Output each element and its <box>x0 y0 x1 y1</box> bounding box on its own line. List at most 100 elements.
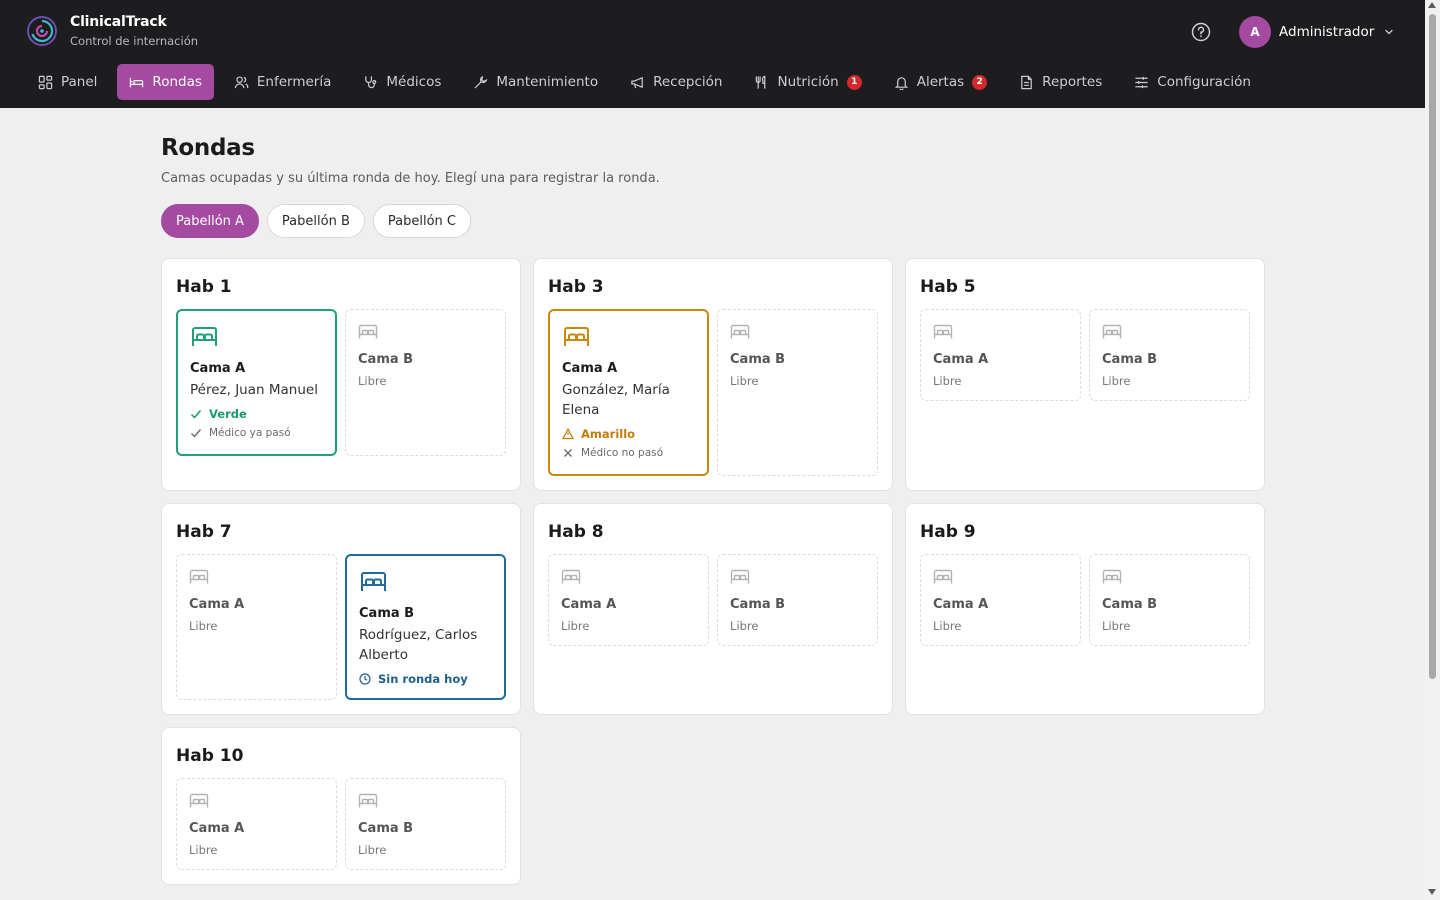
round-status: Amarillo <box>562 427 635 441</box>
nav-label: Rondas <box>152 74 202 90</box>
bed-name: Cama A <box>562 361 618 376</box>
nav-label: Enfermería <box>256 74 332 90</box>
logo-icon <box>27 16 57 46</box>
bed-status: Libre <box>561 619 590 633</box>
bed-status: Libre <box>1102 374 1131 388</box>
nav-label: Mantenimiento <box>496 74 599 90</box>
nav-item-alertas[interactable]: Alertas 2 <box>882 64 999 100</box>
nav-item-recepcion[interactable]: Recepción <box>618 64 734 100</box>
bell-icon <box>894 76 908 90</box>
stethoscope-icon <box>365 75 377 88</box>
notification-badge: 2 <box>972 74 988 90</box>
room-title: Hab 8 <box>548 522 604 542</box>
tab-pabellon-b[interactable]: Pabellón B <box>266 204 365 238</box>
bed-card[interactable]: Cama A González, María Elena Amarillo Mé… <box>548 309 709 476</box>
bed-icon <box>933 324 953 339</box>
bed-card[interactable]: Cama A Libre <box>920 309 1081 401</box>
page-title: Rondas <box>161 135 255 161</box>
bed-status: Libre <box>933 374 962 388</box>
bed-status: Libre <box>730 619 759 633</box>
nav-item-configuracion[interactable]: Configuración <box>1122 64 1263 100</box>
nav-label: Alertas <box>916 74 965 90</box>
scroll-thumb[interactable] <box>1429 14 1436 679</box>
bed-icon <box>358 793 378 808</box>
bed-status: Libre <box>1102 619 1131 633</box>
scroll-down-arrow[interactable] <box>1428 889 1436 895</box>
nav-label: Configuración <box>1157 74 1251 90</box>
bed-card[interactable]: Cama A Libre <box>548 554 709 646</box>
nav-item-mantenimiento[interactable]: Mantenimiento <box>461 64 610 100</box>
bed-card[interactable]: Cama A Libre <box>176 778 337 870</box>
scroll-up-arrow[interactable] <box>1428 2 1436 8</box>
nav-label: Nutrición <box>777 74 839 90</box>
bed-card[interactable]: Cama B Libre <box>1089 309 1250 401</box>
room-card: Hab 5 Cama A Libre Cama B Libre <box>905 258 1265 491</box>
doctor-status: Médico ya pasó <box>190 427 291 439</box>
nav-label: Recepción <box>653 74 723 90</box>
bed-icon <box>130 77 144 87</box>
bed-status: Libre <box>189 843 218 857</box>
room-card: Hab 8 Cama A Libre Cama B Libre <box>533 503 893 715</box>
bed-card[interactable]: Cama B Libre <box>1089 554 1250 646</box>
bed-icon <box>561 569 581 584</box>
clock-icon <box>359 673 371 685</box>
bed-card[interactable]: Cama B Libre <box>345 309 506 456</box>
bed-card[interactable]: Cama A Pérez, Juan Manuel Verde Médico y… <box>176 309 337 456</box>
nav-item-nutricion[interactable]: Nutrición 1 <box>742 64 873 100</box>
chevron-down-icon <box>1385 29 1393 35</box>
room-title: Hab 5 <box>920 277 976 297</box>
bed-name: Cama A <box>190 361 246 376</box>
nav-item-enfermeria[interactable]: Enfermería <box>222 64 344 100</box>
grid-icon <box>38 75 53 89</box>
app-name: ClinicalTrack <box>70 14 167 30</box>
bed-status: Libre <box>358 843 387 857</box>
bed-status: Libre <box>189 619 218 633</box>
nav-item-panel[interactable]: Panel <box>26 64 109 100</box>
bed-icon <box>192 327 217 346</box>
bed-status: Libre <box>933 619 962 633</box>
bed-icon <box>564 327 589 346</box>
tab-pabellon-c[interactable]: Pabellón C <box>372 204 471 238</box>
patient-name: Pérez, Juan Manuel <box>190 382 318 398</box>
page-subtitle: Camas ocupadas y su última ronda de hoy.… <box>161 171 660 186</box>
bed-card[interactable]: Cama B Libre <box>345 778 506 870</box>
bed-icon <box>1102 569 1122 584</box>
tab-pabellon-a[interactable]: Pabellón A <box>161 204 259 238</box>
bed-icon <box>1102 324 1122 339</box>
bed-name: Cama B <box>730 352 786 367</box>
bed-card[interactable]: Cama A Libre <box>920 554 1081 646</box>
warning-icon <box>562 428 574 440</box>
bed-card[interactable]: Cama B Rodríguez, Carlos Alberto Sin ron… <box>345 554 506 700</box>
nav-item-reportes[interactable]: Reportes <box>1007 64 1114 100</box>
room-card: Hab 10 Cama A Libre Cama B Libre <box>161 727 521 885</box>
bed-icon <box>189 569 209 584</box>
bed-card[interactable]: Cama A Libre <box>176 554 337 700</box>
bed-card[interactable]: Cama B Libre <box>717 554 878 646</box>
bed-name: Cama B <box>730 597 786 612</box>
user-menu[interactable]: A Administrador <box>1239 16 1394 48</box>
bed-name: Cama A <box>933 597 989 612</box>
bed-icon <box>189 793 209 808</box>
nav-item-medicos[interactable]: Médicos <box>351 64 453 100</box>
bed-icon <box>361 572 386 591</box>
bed-name: Cama B <box>358 352 414 367</box>
bed-status: Libre <box>730 374 759 388</box>
room-card: Hab 9 Cama A Libre Cama B Libre <box>905 503 1265 715</box>
avatar: A <box>1239 16 1271 48</box>
top-header: ClinicalTrack Control de internación A A… <box>0 0 1425 108</box>
room-card: Hab 1 Cama A Pérez, Juan Manuel Verde Mé… <box>161 258 521 491</box>
bed-icon <box>730 569 750 584</box>
room-title: Hab 1 <box>176 277 232 297</box>
patient-name: González, María Elena <box>562 382 670 418</box>
brand[interactable]: ClinicalTrack Control de internación <box>26 14 198 48</box>
room-title: Hab 3 <box>548 277 604 297</box>
room-title: Hab 9 <box>920 522 976 542</box>
bed-card[interactable]: Cama B Libre <box>717 309 878 476</box>
pavilion-tabs: Pabellón A Pabellón B Pabellón C <box>161 204 479 238</box>
room-card: Hab 3 Cama A González, María Elena Amari… <box>533 258 893 491</box>
bed-name: Cama B <box>358 821 414 836</box>
scrollbar[interactable] <box>1425 0 1440 900</box>
bed-status: Libre <box>358 374 387 388</box>
nav-item-rondas[interactable]: Rondas <box>117 64 214 100</box>
help-icon[interactable] <box>1191 22 1211 42</box>
